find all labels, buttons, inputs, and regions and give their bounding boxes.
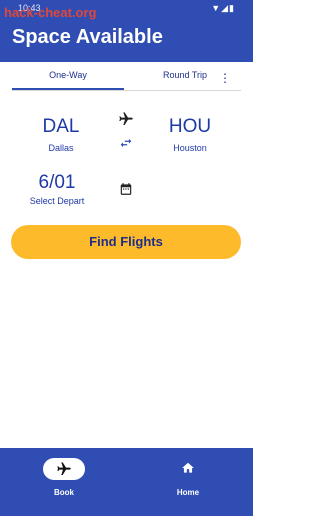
home-icon <box>182 462 194 473</box>
origin-city: Dallas <box>48 143 74 153</box>
nav-item-book[interactable]: Book <box>29 456 99 500</box>
depart-date[interactable]: 6/01 <box>26 172 88 194</box>
kebab-menu-icon[interactable]: ⋮ <box>219 72 231 88</box>
airplane-icon <box>119 112 133 125</box>
destination-city: Houston <box>173 143 207 153</box>
tab-one-way[interactable]: One-Way <box>12 69 124 89</box>
depart-date-label: Select Depart <box>29 196 85 206</box>
origin-code[interactable]: DAL <box>16 116 106 138</box>
destination-code[interactable]: HOU <box>145 116 235 138</box>
nav-label-home: Home <box>176 488 200 497</box>
page-title: Space Available <box>12 26 163 48</box>
trip-type-tabs: One-Way Round Trip <box>12 65 241 91</box>
bottom-navigation: Book Home <box>0 448 253 516</box>
nav-label-book: Book <box>54 488 74 497</box>
calendar-icon[interactable] <box>119 182 133 196</box>
find-flights-button[interactable]: Find Flights <box>11 225 241 259</box>
watermark: hack-cheat.org <box>4 5 97 20</box>
tab-divider <box>12 90 241 91</box>
status-icons: ▼◢▮ <box>211 3 235 13</box>
nav-item-home[interactable]: Home <box>153 456 223 500</box>
airplane-icon <box>57 462 71 475</box>
app-header: 10:43 ▼◢▮ hack-cheat.org Space Available <box>0 0 253 62</box>
swap-icon[interactable] <box>119 136 133 150</box>
